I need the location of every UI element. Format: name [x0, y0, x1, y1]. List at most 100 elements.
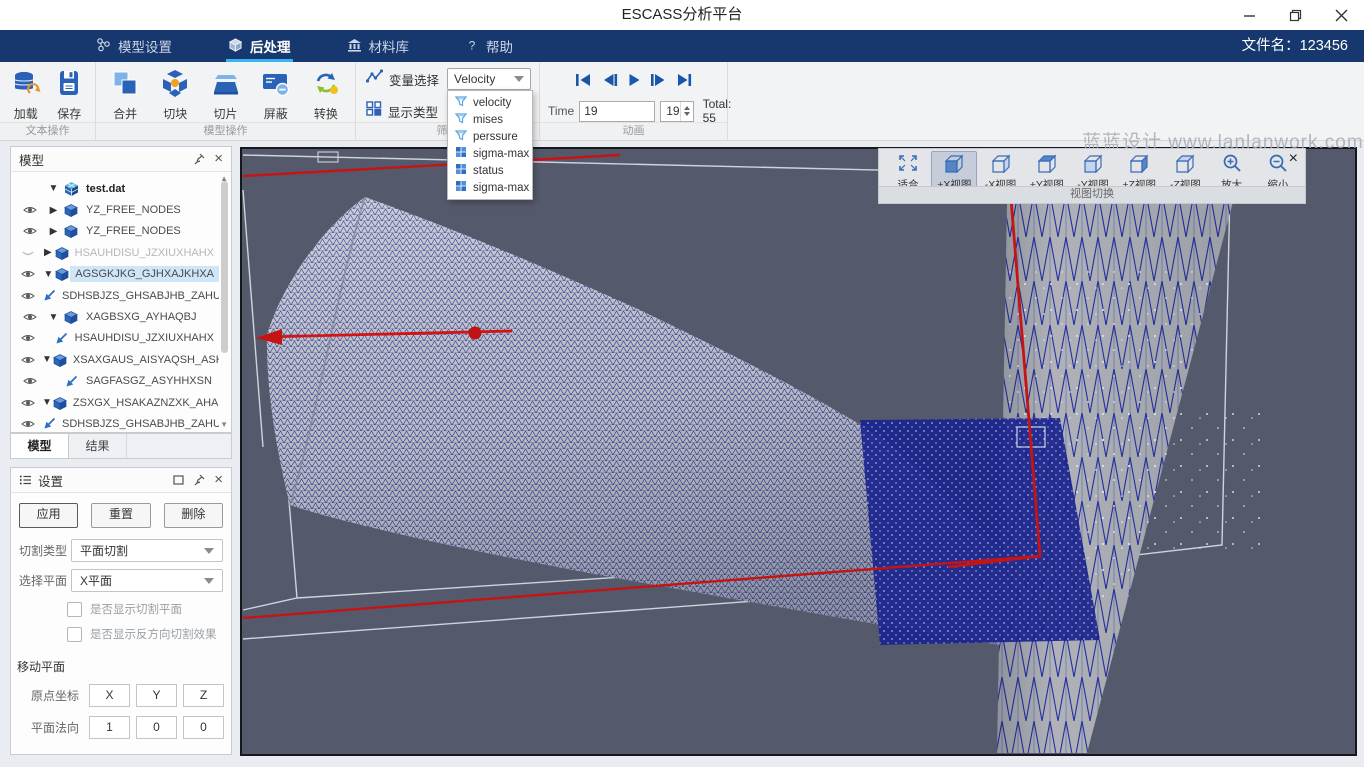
tree-item[interactable]: ▼ test.dat — [11, 178, 219, 199]
spinner-arrows[interactable] — [680, 102, 693, 121]
normal-y-field[interactable]: 0 — [136, 716, 177, 739]
restore-panel-icon[interactable] — [173, 475, 184, 485]
restore-button[interactable] — [1282, 4, 1308, 26]
tree-item[interactable]: SAGFASGZ_ASYHHXSN — [11, 371, 219, 392]
menu-item-material-lib[interactable]: 材料库 — [333, 30, 424, 62]
expander-icon[interactable]: ▶ — [46, 226, 61, 237]
tree-item-label[interactable]: SDHSBJZS_GHSABJHB_ZAHU — [57, 288, 219, 304]
reverse-cut-checkbox[interactable] — [67, 627, 82, 642]
load-button[interactable]: 加载 — [6, 66, 46, 122]
show-cut-plane-checkbox[interactable] — [67, 602, 82, 617]
minimize-button[interactable] — [1236, 4, 1262, 26]
eye-closed-icon[interactable] — [21, 247, 35, 259]
eye-icon[interactable] — [21, 204, 39, 216]
expander-icon[interactable]: ▼ — [42, 354, 52, 365]
slice-button[interactable]: 切片 — [202, 66, 248, 122]
eye-icon[interactable] — [21, 311, 39, 323]
tree-item-label[interactable]: YZ_FREE_NODES — [81, 202, 186, 218]
variable-combo[interactable]: Velocity — [447, 68, 531, 90]
cut-type-combo[interactable]: 平面切割 — [71, 539, 223, 562]
tree-scroll-down-icon[interactable]: ▼ — [220, 420, 228, 429]
tree-item[interactable]: ▶ HSAUHDISU_JZXIUXHAHX — [11, 242, 219, 263]
frame-spinner[interactable]: 19 — [660, 101, 693, 122]
tree-item-label[interactable]: ZSXGX_HSAKAZNZXK_AHASX — [68, 395, 219, 411]
expander-icon[interactable]: ▼ — [42, 397, 52, 408]
tree-item-label[interactable]: HSAUHDISU_JZXIUXHAHX — [70, 330, 219, 346]
last-frame-button[interactable] — [676, 73, 693, 87]
model-panel-close-icon[interactable]: × — [214, 152, 223, 166]
first-frame-button[interactable] — [575, 73, 592, 87]
tree-item-label[interactable]: XSAXGAUS_AISYAQSH_ASHX — [68, 352, 219, 368]
eye-icon[interactable] — [21, 354, 35, 366]
delete-button[interactable]: 删除 — [164, 503, 223, 528]
tree-item[interactable]: SDHSBJZS_GHSABJHB_ZAHU — [11, 285, 219, 306]
apply-button[interactable]: 应用 — [19, 503, 78, 528]
reset-button[interactable]: 重置 — [91, 503, 150, 528]
tab-结果[interactable]: 结果 — [69, 434, 127, 458]
menu-item-model-setup[interactable]: 模型设置 — [82, 30, 186, 62]
time-input[interactable] — [579, 101, 655, 122]
next-frame-button[interactable] — [650, 73, 667, 87]
dropdown-option[interactable]: status — [448, 162, 532, 179]
origin-z-field[interactable]: Z — [183, 684, 224, 707]
expander-icon[interactable]: ▼ — [42, 269, 54, 280]
origin-x-field[interactable]: X — [89, 684, 130, 707]
close-button[interactable] — [1328, 4, 1354, 26]
dropdown-option[interactable]: velocity — [448, 94, 532, 111]
tree-item[interactable]: ▼ AGSGKJKG_GJHXAJKHXA — [11, 264, 219, 285]
expander-icon[interactable]: ▶ — [46, 205, 61, 216]
tree-item-label[interactable]: YZ_FREE_NODES — [81, 223, 186, 239]
tree-item[interactable]: ▼ XAGBSXG_AYHAQBJ — [11, 306, 219, 327]
tab-模型[interactable]: 模型 — [11, 434, 69, 458]
tree-item-label[interactable]: HSAUHDISU_JZXIUXHAHX — [70, 245, 219, 261]
tree-item-label[interactable]: SDHSBJZS_GHSABJHB_ZAHU — [57, 416, 219, 432]
ribbon-group-animation: Time 19 Total: 55 动画 — [540, 62, 728, 140]
dropdown-option[interactable]: mises — [448, 111, 532, 128]
cutblock-button[interactable]: 切块 — [152, 66, 198, 122]
expander-icon[interactable]: ▼ — [46, 312, 61, 323]
eye-icon[interactable] — [21, 290, 35, 302]
eye-icon[interactable] — [21, 225, 39, 237]
convert-button[interactable]: 转换 — [303, 66, 349, 122]
tree-item-label[interactable]: test.dat — [81, 181, 130, 197]
tree-item-label[interactable]: SAGFASGZ_ASYHHXSN — [81, 373, 217, 389]
tree-item[interactable]: SDHSBJZS_GHSABJHB_ZAHU — [11, 413, 219, 432]
merge-button[interactable]: 合并 — [102, 66, 148, 122]
dropdown-option[interactable]: sigma-max — [448, 179, 532, 196]
tree-item-label[interactable]: XAGBSXG_AYHAQBJ — [81, 309, 201, 325]
tree-item-label[interactable]: AGSGKJKG_GJHXAJKHXA — [70, 266, 219, 282]
expander-icon[interactable]: ▼ — [46, 183, 61, 194]
viewport-3d[interactable] — [240, 147, 1357, 756]
tree-item[interactable]: HSAUHDISU_JZXIUXHAHX — [11, 328, 219, 349]
view-toolbar-close-icon[interactable]: × — [1289, 150, 1298, 168]
eye-icon[interactable] — [21, 375, 39, 387]
pin-icon[interactable] — [193, 474, 205, 486]
normal-z-field[interactable]: 0 — [183, 716, 224, 739]
settings-panel-close-icon[interactable]: × — [214, 473, 223, 487]
tree-item[interactable]: ▼ XSAXGAUS_AISYAQSH_ASHX — [11, 349, 219, 370]
model-panel-title: 模型 — [19, 150, 184, 169]
dropdown-option[interactable]: sigma-max — [448, 145, 532, 162]
expander-icon[interactable]: ▶ — [42, 247, 54, 258]
prev-frame-button[interactable] — [601, 73, 618, 87]
tree-item[interactable]: ▼ ZSXGX_HSAKAZNZXK_AHASX — [11, 392, 219, 413]
play-button[interactable] — [627, 73, 641, 87]
menu-item-help[interactable]: ?帮助 — [451, 30, 527, 62]
eye-icon[interactable] — [21, 268, 35, 280]
tree-item[interactable]: ▶ YZ_FREE_NODES — [11, 221, 219, 242]
normal-x-field[interactable]: 1 — [89, 716, 130, 739]
menu-item-post-process[interactable]: 后处理 — [214, 30, 305, 62]
origin-y-field[interactable]: Y — [136, 684, 177, 707]
save-button[interactable]: 保存 — [50, 66, 90, 122]
pin-icon[interactable] — [193, 153, 205, 165]
eye-icon[interactable] — [21, 397, 35, 409]
eye-icon[interactable] — [21, 418, 35, 430]
dropdown-option[interactable]: perssure — [448, 128, 532, 145]
plane-select-combo[interactable]: X平面 — [71, 569, 223, 592]
panel-tab-bar: 模型结果 — [10, 433, 232, 459]
eye-icon[interactable] — [21, 332, 35, 344]
part-cube-icon — [61, 202, 81, 218]
tree-scrollbar[interactable] — [221, 175, 229, 418]
mask-button[interactable]: 屏蔽 — [253, 66, 299, 122]
tree-item[interactable]: ▶ YZ_FREE_NODES — [11, 199, 219, 220]
